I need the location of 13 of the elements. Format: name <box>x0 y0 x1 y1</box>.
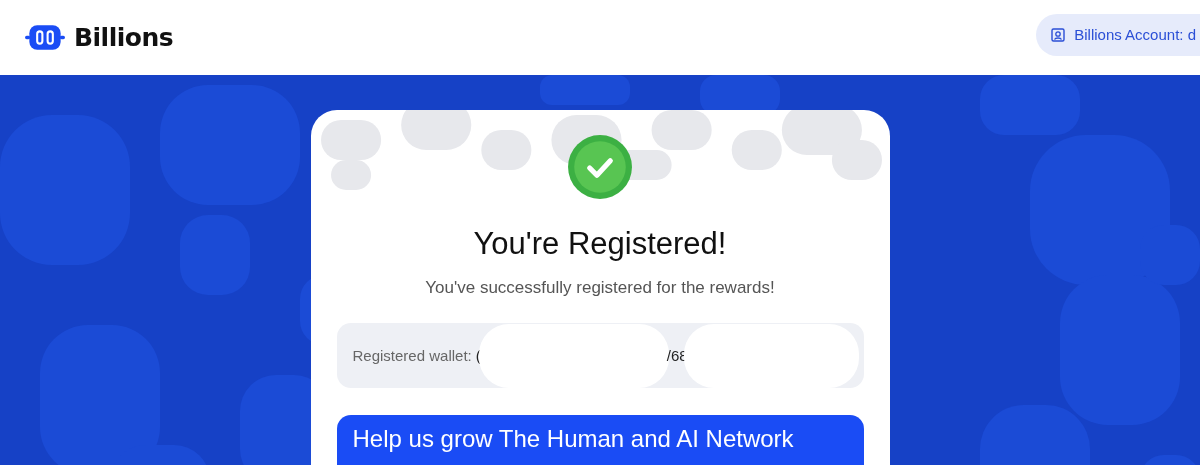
card-title: You're Registered! <box>473 226 727 262</box>
card-blob <box>651 110 712 150</box>
cta-button[interactable]: Help us grow The Human and AI Network <box>336 415 864 465</box>
wallet-address-start: ( <box>475 347 481 364</box>
brand-name: Billions <box>74 23 174 52</box>
card-blob <box>400 110 471 150</box>
check-icon <box>567 134 633 200</box>
user-icon <box>1050 26 1067 43</box>
wallet-label: Registered wallet: <box>352 347 472 364</box>
account-button[interactable]: Billions Account: d <box>1036 13 1200 56</box>
card-blob <box>480 130 531 170</box>
logo-icon <box>25 24 65 51</box>
card-subtitle: You've successfully registered for the rewards! <box>425 278 775 298</box>
